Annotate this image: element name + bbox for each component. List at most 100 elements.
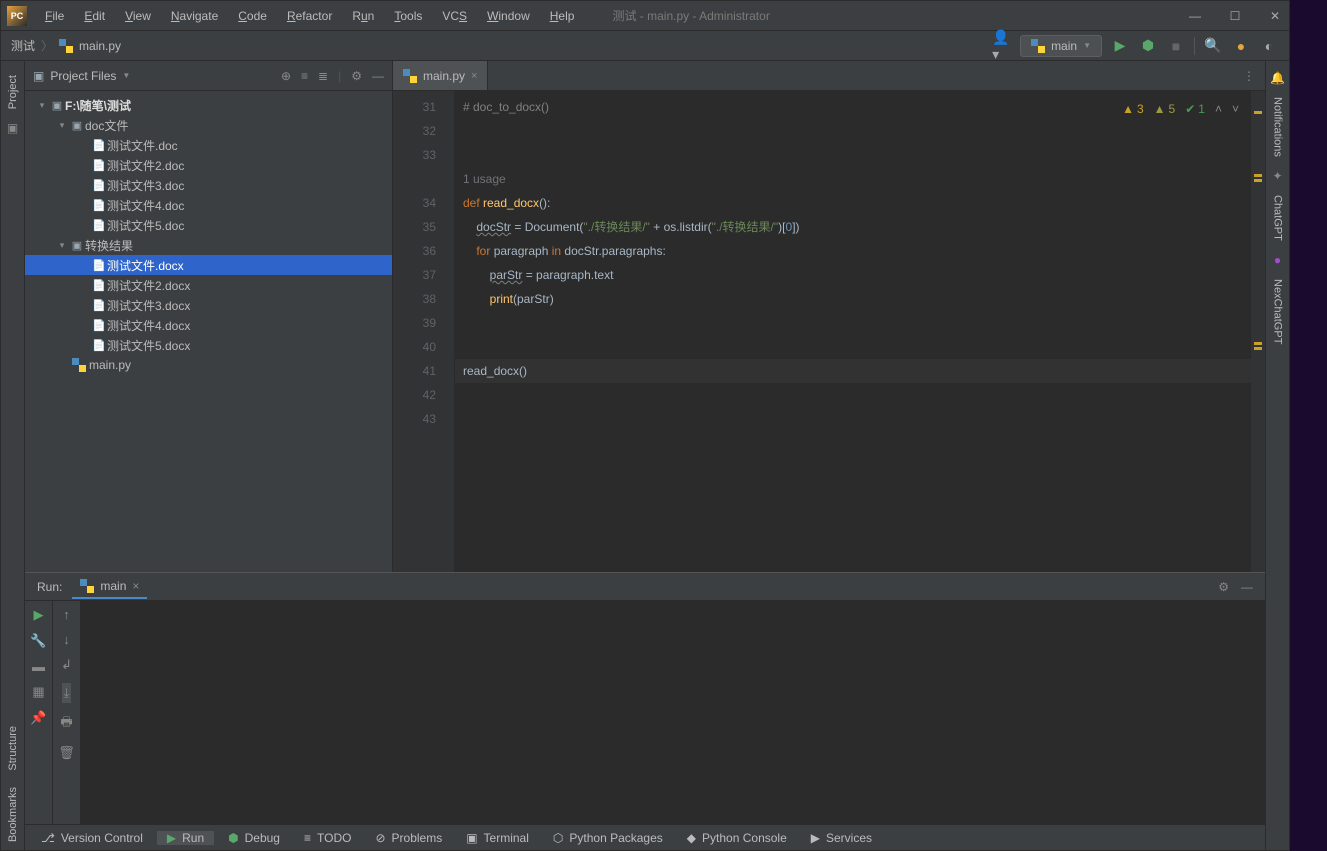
wrench-icon[interactable]: 🔧 [30,633,46,649]
search-button[interactable]: 🔍 [1203,36,1223,56]
list-icon: ≡ [304,831,311,845]
menu-run[interactable]: Run [344,5,382,27]
title-bar: PC File Edit View Navigate Code Refactor… [1,1,1289,31]
tree-node[interactable]: 📄测试文件3.doc [25,175,392,195]
tree-node[interactable]: 📄测试文件5.docx [25,335,392,355]
chevron-right-icon: 〉 [41,37,53,54]
python-packages-button[interactable]: ⬡Python Packages [543,831,673,845]
maximize-button[interactable]: ☐ [1227,9,1243,23]
hide-button[interactable]: — [1241,580,1253,594]
project-tool-button[interactable]: Project [7,67,19,117]
tree-node[interactable]: 📄测试文件2.docx [25,275,392,295]
settings-icon[interactable]: ⚙ [1218,580,1229,594]
tree-node[interactable]: 📄测试文件4.docx [25,315,392,335]
tree-node[interactable]: ▾▣转换结果 [25,235,392,255]
close-icon[interactable]: × [132,579,139,593]
tree-node[interactable]: main.py [25,355,392,375]
clear-icon[interactable]: 🗑 [58,745,75,761]
run-button[interactable]: ▶ [1110,36,1130,56]
python-icon [1031,39,1045,53]
stop-button[interactable]: ■ [1166,36,1186,56]
stop-button[interactable]: ▬ [32,659,45,674]
menu-file[interactable]: File [37,5,72,27]
minimize-button[interactable]: — [1187,9,1203,23]
down-icon[interactable]: ↓ [63,632,70,647]
project-view-selector[interactable]: ▣ Project Files ▼ [33,69,130,83]
version-control-button[interactable]: ⎇Version Control [31,831,153,845]
print-icon[interactable]: 🖶 [60,713,72,735]
run-config-selector[interactable]: main ▼ [1020,35,1102,57]
menu-window[interactable]: Window [479,5,538,27]
ide-updates-icon[interactable]: ● [1231,36,1251,56]
menu-navigate[interactable]: Navigate [163,5,226,27]
project-tree[interactable]: ▾▣F:\随笔\测试▾▣doc文件📄测试文件.doc📄测试文件2.doc📄测试文… [25,91,392,572]
layout-icon[interactable]: ▦ [32,684,44,700]
error-stripe[interactable] [1251,91,1265,572]
up-icon[interactable]: ↑ [63,607,70,622]
inspection-widget[interactable]: ▲3 ▲5 ✔1 ˄ ˅ [1122,97,1239,121]
user-icon[interactable]: 👤▾ [992,36,1012,56]
collapse-all-icon[interactable]: ≣ [318,69,328,83]
structure-tool-button[interactable]: Structure [7,718,19,779]
tree-node[interactable]: 📄测试文件.doc [25,135,392,155]
tree-node[interactable]: ▾▣F:\随笔\测试 [25,95,392,115]
chatgpt-icon[interactable]: ✦ [1272,169,1282,183]
rerun-button[interactable]: ▶ [34,607,44,623]
bell-icon[interactable]: 🔔 [1270,71,1285,85]
tools-icon[interactable]: ◐ [1259,36,1279,56]
expand-all-icon[interactable]: ≡ [301,69,308,83]
run-config-name: main [1051,39,1077,53]
left-tool-stripe: Project ▣ Structure Bookmarks [1,61,25,850]
debug-toolwindow-button[interactable]: ⬢Debug [218,831,290,845]
editor-tab-main[interactable]: main.py × [393,61,488,90]
settings-icon[interactable]: ⚙ [351,69,362,83]
nexchatgpt-icon[interactable]: ● [1274,253,1281,267]
tree-node[interactable]: 📄测试文件4.doc [25,195,392,215]
services-button[interactable]: ▶Services [801,831,882,845]
tree-node[interactable]: 📄测试文件.docx [25,255,392,275]
chatgpt-button[interactable]: ChatGPT [1272,187,1284,249]
notifications-button[interactable]: Notifications [1272,89,1284,165]
debug-button[interactable]: ⬢ [1138,36,1158,56]
run-toolwindow-button[interactable]: ▶Run [157,831,214,845]
terminal-button[interactable]: ▣Terminal [456,831,539,845]
breadcrumb: 测试 〉 main.py [11,37,121,54]
todo-button[interactable]: ≡TODO [294,831,361,845]
chevron-up-icon[interactable]: ˄ [1215,97,1222,121]
breadcrumb-root[interactable]: 测试 [11,37,35,54]
soft-wrap-icon[interactable]: ↲ [61,657,72,673]
console-output[interactable] [81,601,1265,824]
menu-refactor[interactable]: Refactor [279,5,340,27]
menu-tools[interactable]: Tools [386,5,430,27]
folder-icon[interactable]: ▣ [7,121,18,135]
gutter[interactable]: 31323334353637383940414243 [393,91,455,572]
chevron-down-icon[interactable]: ˅ [1232,97,1239,121]
main-menu: File Edit View Navigate Code Refactor Ru… [37,5,582,27]
menu-help[interactable]: Help [542,5,583,27]
menu-vcs[interactable]: VCS [434,5,475,27]
menu-view[interactable]: View [117,5,159,27]
menu-code[interactable]: Code [230,5,275,27]
tree-node[interactable]: 📄测试文件2.doc [25,155,392,175]
close-tab-icon[interactable]: × [471,70,477,82]
scroll-end-icon[interactable]: ⤓ [62,683,72,703]
tree-node[interactable]: 📄测试文件3.docx [25,295,392,315]
close-button[interactable]: ✕ [1267,9,1283,23]
python-console-button[interactable]: ◆Python Console [677,831,797,845]
pin-icon[interactable]: 📌 [30,710,46,726]
navigation-bar: 测试 〉 main.py 👤▾ main ▼ ▶ ⬢ ■ 🔍 ● ◐ [1,31,1289,61]
tree-node[interactable]: ▾▣doc文件 [25,115,392,135]
code-area[interactable]: ▲3 ▲5 ✔1 ˄ ˅ # doc_to_docx() 1 usage def… [455,91,1251,572]
menu-edit[interactable]: Edit [76,5,113,27]
editor-options-icon[interactable]: ⋮ [1233,69,1265,83]
nexchatgpt-button[interactable]: NexChatGPT [1272,271,1284,352]
bookmarks-tool-button[interactable]: Bookmarks [7,779,19,850]
breadcrumb-file[interactable]: main.py [79,39,121,53]
python-icon [403,69,417,83]
run-tab[interactable]: main × [72,575,147,599]
problems-button[interactable]: ⊘Problems [365,831,452,845]
locate-icon[interactable]: ⊕ [281,69,291,83]
tree-node[interactable]: 📄测试文件5.doc [25,215,392,235]
hide-button[interactable]: — [372,69,384,83]
services-icon: ▶ [811,831,820,845]
